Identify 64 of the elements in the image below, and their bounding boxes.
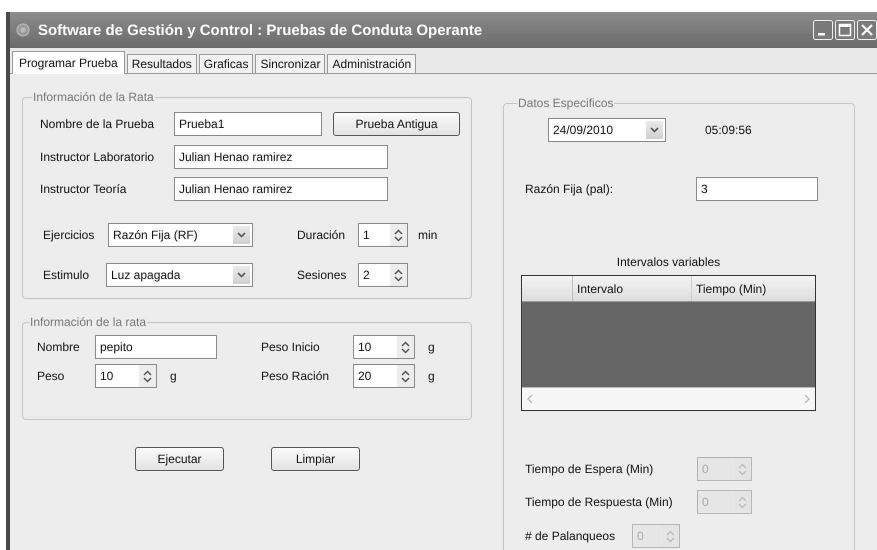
maximize-icon[interactable]: [835, 20, 855, 40]
text-field[interactable]: pepito: [95, 335, 217, 359]
chevron-down-icon: [650, 127, 659, 133]
tab[interactable]: Graficas: [198, 54, 254, 73]
field-label: Nombre: [37, 339, 81, 356]
dropdown-button[interactable]: [646, 121, 663, 139]
spin-field[interactable]: 1: [358, 223, 408, 247]
field-label: Estimulo: [43, 267, 90, 284]
up-down-arrows-icon[interactable]: [143, 370, 152, 382]
dropdown-field[interactable]: Luz apagada: [106, 263, 253, 287]
section-caption: Intervalos variables: [616, 254, 722, 271]
tab[interactable]: Resultados: [126, 54, 197, 73]
action-button[interactable]: Limpiar: [271, 447, 360, 471]
up-down-arrows-icon[interactable]: [394, 228, 403, 242]
dropdown-field[interactable]: Razón Fija (RF): [108, 223, 253, 247]
up-down-arrows-icon[interactable]: [401, 370, 410, 382]
field-label: Peso: [37, 368, 66, 385]
unit-label: min: [418, 227, 438, 244]
unit-label: g: [428, 368, 436, 385]
group-title: Información de la Rata: [32, 90, 155, 104]
chevron-down-icon: [237, 272, 246, 278]
action-button[interactable]: Ejecutar: [135, 447, 224, 471]
up-down-arrows-icon[interactable]: [394, 268, 403, 282]
minimize-icon[interactable]: [813, 20, 833, 40]
text-field[interactable]: Julian Henao ramirez: [174, 145, 388, 169]
field-label: Peso Ración: [261, 368, 330, 385]
tab[interactable]: Sincronizar: [255, 54, 326, 73]
spin-field[interactable]: 10: [353, 335, 415, 359]
field-label: Instructor Teoría: [40, 181, 128, 198]
column-header[interactable]: Intervalo: [573, 276, 692, 301]
spin-field[interactable]: 20: [353, 364, 415, 388]
tab[interactable]: Programar Prueba: [12, 51, 125, 74]
field-label: Duración: [297, 227, 346, 244]
unit-label: g: [428, 339, 436, 356]
up-down-arrows-icon[interactable]: [401, 340, 410, 354]
field-label: 05:09:56: [705, 122, 753, 139]
text-field[interactable]: Prueba1: [174, 112, 322, 136]
chevron-down-icon: [237, 232, 246, 238]
field-label: Instructor Laboratorio: [40, 149, 156, 166]
data-grid[interactable]: Intervalo Tiempo (Min): [521, 275, 816, 411]
field-label: Sesiones: [297, 267, 348, 284]
column-header[interactable]: Tiempo (Min): [692, 276, 766, 301]
dropdown-button[interactable]: [233, 266, 250, 284]
text-field[interactable]: 3: [696, 177, 818, 201]
dropdown-field[interactable]: 24/09/2010: [548, 118, 666, 142]
unit-label: g: [170, 368, 178, 385]
app-icon: [16, 23, 30, 37]
dropdown-button[interactable]: [233, 226, 250, 244]
action-button[interactable]: Prueba Antigua: [333, 112, 460, 136]
field-label: Ejercicios: [43, 227, 96, 244]
spin-field[interactable]: 2: [358, 263, 408, 287]
group-title: Información de la rata: [29, 315, 148, 329]
group-title: Datos Especificos: [517, 96, 614, 110]
field-label: Tiempo de Espera (Min): [525, 461, 654, 478]
field-label: Tiempo de Respuesta (Min): [525, 494, 674, 511]
close-icon[interactable]: [857, 20, 877, 40]
tab[interactable]: Administración: [327, 54, 416, 73]
field-label: Razón Fija (pal):: [525, 181, 614, 198]
field-label: Nombre de la Prueba: [40, 116, 156, 133]
field-label: # de Palanqueos: [525, 528, 616, 545]
field-label: Peso Inicio: [261, 339, 321, 356]
text-field[interactable]: Julian Henao ramirez: [174, 177, 388, 201]
spin-field[interactable]: 10: [95, 364, 157, 388]
window-title: Software de Gestión y Control : Pruebas de Conduta Operante: [38, 22, 482, 38]
